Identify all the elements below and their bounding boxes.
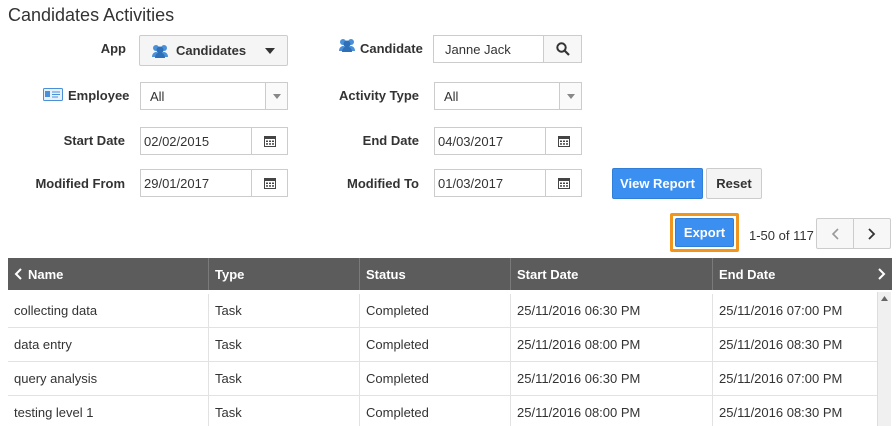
modified-from-input[interactable]: 29/01/2017 (141, 176, 251, 191)
cell-name: collecting data (8, 294, 209, 327)
cell-end-date: 25/11/2016 08:30 PM (719, 337, 843, 352)
calendar-icon[interactable] (545, 170, 581, 196)
cell-type: Task (209, 294, 360, 327)
chevron-left-icon (831, 227, 839, 240)
column-header-label: Name (28, 266, 64, 282)
column-header-end-date[interactable]: End Date (713, 258, 892, 290)
caret-down-icon (265, 83, 287, 109)
cell-status: Completed (360, 294, 511, 327)
modified-to-label: Modified To (347, 176, 419, 191)
cell-start-date: 25/11/2016 08:00 PM (511, 328, 713, 361)
calendar-icon[interactable] (545, 128, 581, 154)
chevron-left-icon[interactable] (14, 268, 22, 280)
page-title: Candidates Activities (8, 5, 175, 25)
column-header-status[interactable]: Status (360, 258, 511, 290)
chevron-down-icon (265, 47, 275, 54)
modified-to-input[interactable]: 01/03/2017 (435, 176, 545, 191)
employee-label: Employee (68, 88, 130, 103)
column-header-type[interactable]: Type (209, 258, 360, 290)
cell-start-date: 25/11/2016 06:30 PM (511, 362, 713, 395)
prev-page-button[interactable] (817, 219, 854, 248)
caret-down-icon (559, 83, 581, 109)
modified-from-field[interactable]: 29/01/2017 (140, 169, 288, 197)
candidate-field[interactable]: Janne Jack (433, 35, 582, 63)
calendar-icon[interactable] (251, 170, 287, 196)
employee-select-value: All (150, 88, 165, 104)
app-label: App (100, 41, 126, 56)
column-header-name[interactable]: Name (8, 258, 209, 290)
cell-type: Task (209, 362, 360, 395)
search-icon (555, 42, 570, 56)
id-card-icon (43, 88, 63, 101)
cell-end-date: 25/11/2016 08:30 PM (719, 405, 843, 420)
column-header-start-date[interactable]: Start Date (511, 258, 713, 290)
table-row[interactable]: testing level 1 Task Completed 25/11/201… (8, 396, 878, 426)
cell-status: Completed (360, 362, 511, 395)
app-select-value: Candidates (176, 43, 247, 58)
cell-name: query analysis (8, 362, 209, 395)
app-select[interactable]: Candidates (139, 35, 288, 66)
users-icon (150, 44, 170, 58)
view-report-button[interactable]: View Report (612, 168, 703, 199)
end-date-field[interactable]: 04/03/2017 (434, 127, 582, 155)
table-row[interactable]: data entry Task Completed 25/11/2016 08:… (8, 328, 878, 362)
reset-button[interactable]: Reset (706, 168, 762, 199)
end-date-label: End Date (362, 133, 419, 148)
table-row[interactable]: query analysis Task Completed 25/11/2016… (8, 362, 878, 396)
candidate-input[interactable]: Janne Jack (434, 42, 543, 57)
cell-type: Task (209, 396, 360, 426)
start-date-input[interactable]: 02/02/2015 (141, 134, 251, 149)
cell-end-date: 25/11/2016 07:00 PM (719, 303, 843, 318)
candidate-label: Candidate (360, 41, 423, 56)
calendar-icon[interactable] (251, 128, 287, 154)
activity-type-select-value: All (444, 88, 459, 104)
cell-status: Completed (360, 396, 511, 426)
column-header-label: End Date (719, 266, 776, 282)
pagination-info: 1-50 of 117 (749, 228, 814, 243)
next-page-button[interactable] (854, 219, 890, 248)
cell-start-date: 25/11/2016 08:00 PM (511, 396, 713, 426)
modified-from-label: Modified From (35, 176, 125, 191)
users-icon (337, 38, 357, 52)
table-header: Name Type Status Start Date End Date (8, 258, 892, 290)
cell-end-date: 25/11/2016 07:00 PM (719, 371, 843, 386)
search-button[interactable] (543, 36, 581, 62)
cell-name: testing level 1 (8, 396, 209, 426)
scroll-up-arrow-icon[interactable] (878, 294, 891, 304)
table-scrollbar[interactable] (877, 292, 891, 426)
start-date-field[interactable]: 02/02/2015 (140, 127, 288, 155)
employee-select[interactable]: All (140, 82, 288, 110)
table-row[interactable]: collecting data Task Completed 25/11/201… (8, 294, 878, 328)
activity-type-select[interactable]: All (434, 82, 582, 110)
chevron-right-icon (868, 227, 876, 240)
export-button[interactable]: Export (675, 218, 734, 247)
chevron-right-icon[interactable] (878, 268, 886, 280)
end-date-input[interactable]: 04/03/2017 (435, 134, 545, 149)
cell-status: Completed (360, 328, 511, 361)
cell-start-date: 25/11/2016 06:30 PM (511, 294, 713, 327)
table-body: collecting data Task Completed 25/11/201… (8, 294, 878, 426)
cell-name: data entry (8, 328, 209, 361)
pagination-controls (816, 218, 891, 249)
modified-to-field[interactable]: 01/03/2017 (434, 169, 582, 197)
cell-type: Task (209, 328, 360, 361)
activity-type-label: Activity Type (339, 88, 419, 103)
export-highlight: Export (670, 213, 739, 252)
start-date-label: Start Date (63, 133, 125, 148)
